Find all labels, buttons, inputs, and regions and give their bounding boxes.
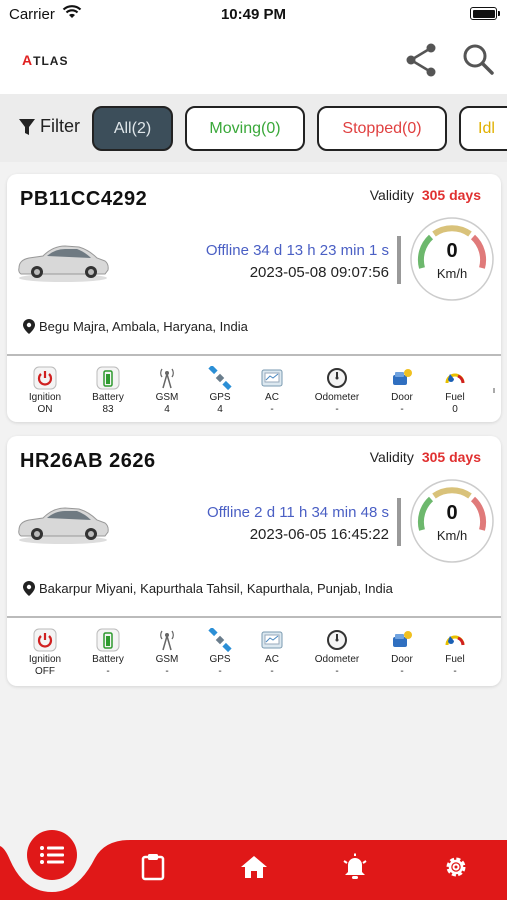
scroll-indicator [493,388,495,393]
filter-button[interactable]: Filter [18,116,80,137]
air-conditioner-icon [261,631,283,649]
vehicle-plate: PB11CC4292 [20,188,148,210]
odometer-icon [327,368,347,388]
nav-reports-button[interactable] [138,852,168,882]
sensor-gsm[interactable]: GSM - [137,628,197,677]
status-bar: Carrier 10:49 PM [0,0,507,30]
car-door-icon [393,369,412,385]
battery-level-icon [96,628,120,652]
sensor-odometer[interactable]: Odometer - [307,628,367,677]
home-icon [241,856,267,878]
satellite-icon [208,366,232,390]
clipboard-icon [141,854,165,881]
sensor-door[interactable]: Door - [372,628,432,677]
vehicle-card[interactable]: HR26AB 2626 Validity 305 days Offline 2 d… [7,436,501,686]
last-update-time: 2023-06-05 16:45:22 [249,526,389,543]
sensor-ignition[interactable]: Ignition ON [15,366,75,415]
fuel-icon [445,373,465,384]
sensor-ac[interactable]: AC - [242,366,302,415]
speed-unit: Km/h [436,266,468,281]
nav-settings-button[interactable] [441,852,471,882]
fuel-icon [445,635,465,646]
sensor-row: Ignition OFF Battery - GSM - GPS - AC - … [7,628,501,680]
location-text: Begu Majra, Ambala, Haryana, India [39,319,248,334]
sensor-fuel[interactable]: Fuel - [425,628,485,677]
alarm-bell-icon [343,853,367,879]
divider [397,498,401,546]
filter-chip-stopped[interactable]: Stopped(0) [317,106,447,151]
car-image [18,507,109,544]
list-menu-icon [40,846,64,864]
sensor-ignition[interactable]: Ignition OFF [15,628,75,677]
connection-status: Offline 2 d 11 h 34 min 48 s [206,504,389,521]
sensor-row: Ignition ON Battery 83 GSM 4 GPS 4 AC - … [7,366,501,418]
validity-label: Validity [369,187,414,203]
sensor-gps[interactable]: GPS 4 [190,366,250,415]
divider [397,236,401,284]
location: Begu Majra, Ambala, Haryana, India [23,319,248,334]
card-divider [7,354,501,356]
clock: 10:49 PM [220,6,287,23]
filter-bar: Filter All(2) Moving(0) Stopped(0) Idl [0,94,507,162]
satellite-icon [208,628,232,652]
battery-level-icon [96,366,120,390]
filter-label: Filter [40,116,80,136]
sensor-gps[interactable]: GPS - [190,628,250,677]
power-icon [33,628,57,652]
sensor-odometer[interactable]: Odometer - [307,366,367,415]
speed-value: 0 [446,240,458,262]
nav-alerts-button[interactable] [340,852,370,882]
sensor-battery[interactable]: Battery 83 [78,366,138,415]
location: Bakarpur Miyani, Kapurthala Tahsil, Kapu… [23,581,393,596]
odometer-icon [327,630,347,650]
location-pin-icon [23,581,35,596]
battery-icon [470,7,500,20]
power-icon [33,366,57,390]
sensor-ac[interactable]: AC - [242,628,302,677]
last-update-time: 2023-05-08 09:07:56 [249,264,389,281]
share-icon[interactable] [404,42,438,78]
air-conditioner-icon [261,369,283,387]
car-door-icon [393,631,412,647]
location-pin-icon [23,319,35,334]
connection-status: Offline 34 d 13 h 23 min 1 s [205,242,389,259]
sensor-gsm[interactable]: GSM 4 [137,366,197,415]
location-text: Bakarpur Miyani, Kapurthala Tahsil, Kapu… [39,581,393,596]
sensor-battery[interactable]: Battery - [78,628,138,677]
card-divider [7,616,501,618]
nav-home-button[interactable] [239,852,269,882]
search-icon[interactable] [461,42,495,78]
speed-value: 0 [446,502,458,524]
filter-chip-all[interactable]: All(2) [92,106,173,151]
signal-tower-icon [160,368,174,389]
vehicle-card[interactable]: PB11CC4292 Validity 305 days Offline 34 d… [7,174,501,422]
filter-chip-idle[interactable]: Idl [459,106,507,151]
speed-unit: Km/h [436,528,468,543]
app-header: ATLAS [0,30,507,94]
validity-days: 305 days [421,449,481,465]
gear-icon [446,857,466,877]
car-image [18,245,109,282]
sensor-door[interactable]: Door - [372,366,432,415]
validity: Validity 305 days [370,187,481,203]
vehicle-plate: HR26AB 2626 [20,450,156,472]
validity-label: Validity [369,449,414,465]
validity-days: 305 days [421,187,481,203]
signal-tower-icon [160,630,174,651]
sensor-fuel[interactable]: Fuel 0 [425,366,485,415]
funnel-icon [19,118,35,135]
validity: Validity 305 days [370,449,481,465]
filter-chip-moving[interactable]: Moving(0) [185,106,305,151]
menu-button[interactable] [27,830,77,880]
app-logo: ATLAS [22,52,69,68]
